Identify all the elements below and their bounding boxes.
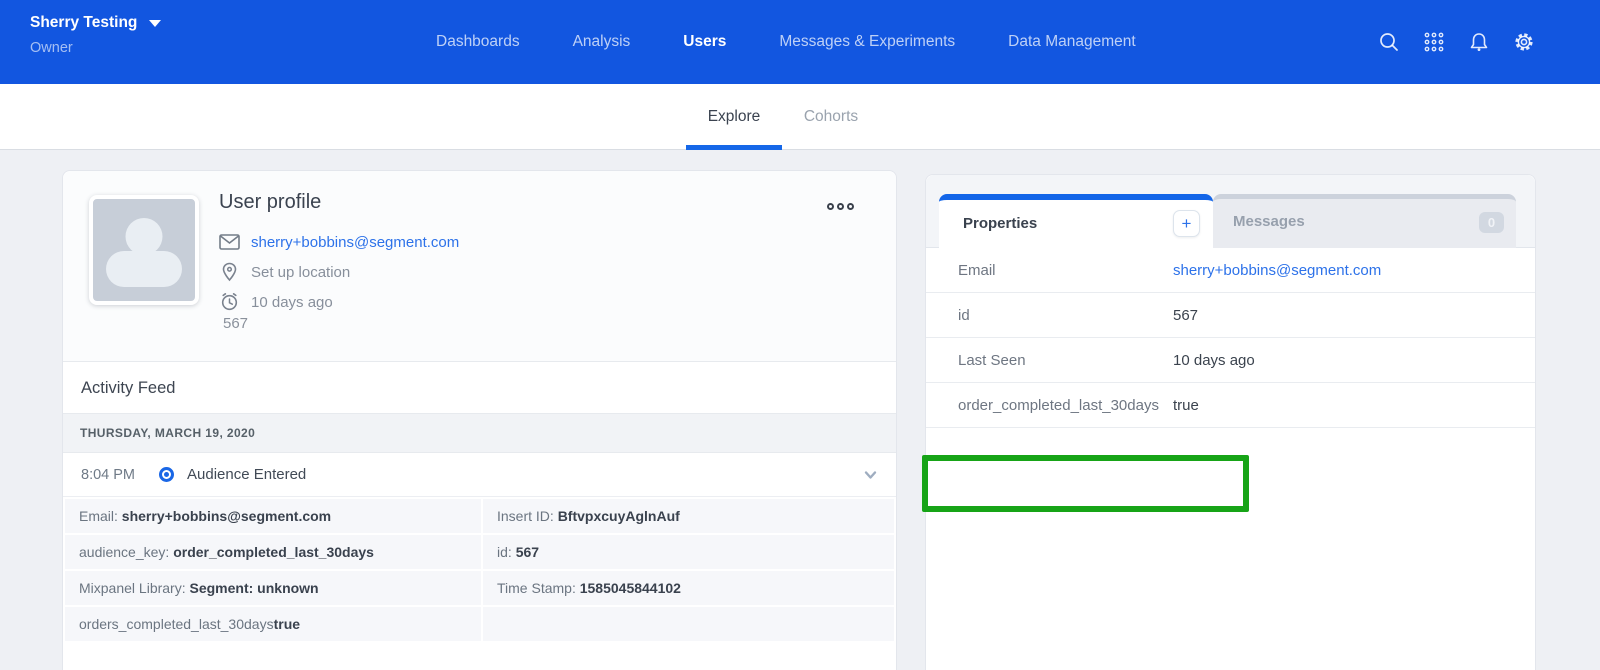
properties-tabs: Properties + Messages 0 bbox=[926, 175, 1535, 248]
tab-messages[interactable]: Messages 0 bbox=[1213, 194, 1516, 248]
profile-last-seen-row: 10 days ago bbox=[219, 287, 459, 317]
activity-feed-title: Activity Feed bbox=[63, 361, 896, 413]
event-detail-cell: Email: sherry+bobbins@segment.com bbox=[65, 499, 481, 533]
main-nav: Dashboards Analysis Users Messages & Exp… bbox=[436, 0, 1136, 84]
nav-item-users[interactable]: Users bbox=[683, 33, 726, 51]
property-row-email: Email sherry+bobbins@segment.com bbox=[926, 248, 1535, 293]
profile-email-link[interactable]: sherry+bobbins@segment.com bbox=[251, 234, 459, 251]
user-profile-card: User profile sherry+bobbins@segment.com … bbox=[62, 170, 897, 670]
avatar-person-icon bbox=[126, 218, 163, 255]
tab-messages-label: Messages bbox=[1233, 199, 1305, 245]
activity-event-row[interactable]: 8:04 PM Audience Entered bbox=[63, 453, 896, 496]
tab-properties[interactable]: Properties + bbox=[939, 194, 1213, 249]
search-icon[interactable] bbox=[1378, 31, 1400, 53]
property-email-link[interactable]: sherry+bobbins@segment.com bbox=[1173, 248, 1381, 293]
profile-last-seen: 10 days ago bbox=[251, 294, 333, 311]
profile-location-row: Set up location bbox=[219, 257, 459, 287]
tab-explore-label: Explore bbox=[708, 108, 761, 126]
nav-item-analysis[interactable]: Analysis bbox=[573, 33, 631, 51]
activity-date-header: THURSDAY, MARCH 19, 2020 bbox=[63, 413, 896, 453]
property-row-id: id 567 bbox=[926, 293, 1535, 338]
property-row-last-seen: Last Seen 10 days ago bbox=[926, 338, 1535, 383]
settings-gear-icon[interactable] bbox=[1513, 31, 1535, 53]
tab-explore[interactable]: Explore bbox=[686, 84, 782, 150]
page-title: User profile bbox=[219, 191, 321, 214]
workspace-selector[interactable]: Sherry Testing Owner bbox=[30, 14, 161, 56]
event-time: 8:04 PM bbox=[81, 467, 143, 483]
add-property-button[interactable]: + bbox=[1173, 210, 1200, 237]
envelope-icon bbox=[219, 234, 240, 250]
sub-nav: Explore Cohorts bbox=[0, 84, 1600, 150]
nav-icon-bar bbox=[1378, 0, 1535, 84]
caret-down-icon bbox=[149, 20, 161, 27]
highlight-annotation-box bbox=[922, 455, 1249, 512]
tab-cohorts-label: Cohorts bbox=[804, 108, 858, 126]
avatar bbox=[89, 195, 199, 305]
tab-cohorts[interactable]: Cohorts bbox=[803, 84, 859, 150]
nav-item-dashboards[interactable]: Dashboards bbox=[436, 33, 520, 51]
workspace-name: Sherry Testing bbox=[30, 14, 137, 32]
property-row-order-completed: order_completed_last_30days true bbox=[926, 383, 1535, 428]
nav-item-data-management[interactable]: Data Management bbox=[1008, 33, 1136, 51]
location-pin-icon bbox=[219, 262, 240, 282]
event-detail-cell: orders_completed_last_30daystrue bbox=[65, 607, 481, 641]
event-detail-cell: Mixpanel Library: Segment: unknown bbox=[65, 571, 481, 605]
workspace-role: Owner bbox=[30, 40, 161, 56]
event-details-table: Email: sherry+bobbins@segment.com Insert… bbox=[63, 496, 896, 643]
profile-user-id: 567 bbox=[223, 315, 248, 332]
tab-properties-label: Properties bbox=[963, 200, 1037, 247]
more-options-button[interactable] bbox=[823, 199, 858, 214]
profile-email-row: sherry+bobbins@segment.com bbox=[219, 227, 459, 257]
properties-card: Properties + Messages 0 Email sherry+bob… bbox=[925, 174, 1536, 670]
event-detail-cell: Insert ID: BftvpxcuyAglnAuf bbox=[483, 499, 894, 533]
dot-icon bbox=[837, 203, 844, 210]
chevron-down-icon[interactable] bbox=[863, 469, 878, 481]
properties-list: Email sherry+bobbins@segment.com id 567 … bbox=[926, 248, 1535, 428]
clock-icon bbox=[219, 292, 240, 312]
notifications-bell-icon[interactable] bbox=[1468, 31, 1490, 53]
event-detail-cell: Time Stamp: 1585045844102 bbox=[483, 571, 894, 605]
messages-count-badge: 0 bbox=[1479, 212, 1504, 233]
event-detail-cell: audience_key: order_completed_last_30day… bbox=[65, 535, 481, 569]
apps-grid-icon[interactable] bbox=[1423, 31, 1445, 53]
dot-icon bbox=[847, 203, 854, 210]
profile-location[interactable]: Set up location bbox=[251, 264, 350, 281]
profile-header: User profile sherry+bobbins@segment.com … bbox=[63, 171, 896, 361]
event-detail-cell: id: 567 bbox=[483, 535, 894, 569]
active-tab-underline bbox=[686, 145, 782, 150]
audience-event-icon bbox=[159, 467, 174, 482]
top-nav: Sherry Testing Owner Dashboards Analysis… bbox=[0, 0, 1600, 84]
dot-icon bbox=[827, 203, 834, 210]
nav-item-messages-experiments[interactable]: Messages & Experiments bbox=[779, 33, 955, 51]
event-name: Audience Entered bbox=[187, 466, 306, 483]
event-detail-cell bbox=[483, 607, 894, 641]
